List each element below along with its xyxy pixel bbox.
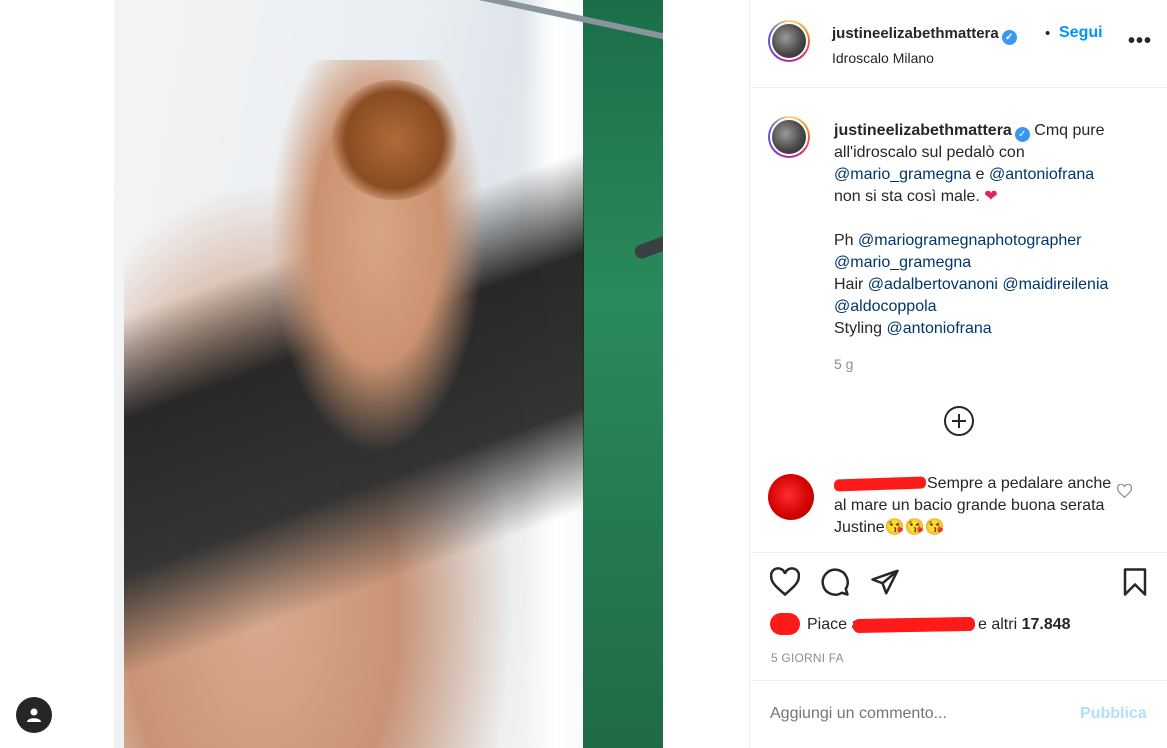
mention-link[interactable]: @antoniofrana xyxy=(886,320,991,337)
user-icon xyxy=(27,708,41,722)
tagged-user-button[interactable] xyxy=(16,697,52,733)
caption-section: justineelizabethmattera ✓ Cmq pure all'id… xyxy=(750,88,1167,553)
mention-link[interactable]: @antoniofrana xyxy=(989,166,1094,183)
verified-badge-icon: ✓ xyxy=(1001,30,1017,45)
bookmark-icon xyxy=(1123,568,1147,596)
avatar[interactable] xyxy=(770,613,800,635)
comment-input[interactable] xyxy=(770,705,1070,723)
comment-text: Sempre a pedalare anche al mare un bacio… xyxy=(834,475,1112,536)
add-comment-bar: Pubblica xyxy=(750,680,1167,748)
load-more-comments-button[interactable] xyxy=(944,406,974,436)
heart-outline-icon[interactable] xyxy=(1116,483,1133,501)
like-button[interactable] xyxy=(769,567,802,599)
redacted-username xyxy=(852,616,976,634)
likes-count-link[interactable]: e altri 17.848 xyxy=(978,616,1071,634)
post-actions xyxy=(750,553,1167,613)
caption-timestamp[interactable]: 5 g xyxy=(834,356,853,372)
mention-link[interactable]: @mario_gramegna xyxy=(834,166,971,183)
verified-badge-icon: ✓ xyxy=(1014,127,1030,142)
mention-link[interactable]: @mario_gramegna xyxy=(834,254,971,271)
heart-emoji: ❤ xyxy=(984,188,998,205)
post-side-panel: justineelizabethmattera ✓ • Segui Idrosca… xyxy=(749,0,1167,748)
comment-item: Sempre a pedalare anche al mare un bacio… xyxy=(750,468,1167,548)
comment-icon xyxy=(821,568,849,596)
post-header: justineelizabethmattera ✓ • Segui Idrosca… xyxy=(750,0,1167,88)
avatar[interactable] xyxy=(768,474,814,520)
share-button[interactable] xyxy=(870,567,902,599)
header-username[interactable]: justineelizabethmattera ✓ xyxy=(832,25,1017,45)
more-options-icon[interactable]: ••• xyxy=(1128,30,1152,53)
caption-text: justineelizabethmattera ✓ Cmq pure all'id… xyxy=(834,122,1109,337)
instagram-post-modal: justineelizabethmattera ✓ • Segui Idrosca… xyxy=(0,0,1167,748)
mention-link[interactable]: @maidireilenia xyxy=(1002,276,1108,293)
mention-link[interactable]: @adalbertovanoni xyxy=(868,276,998,293)
post-date[interactable]: 5 GIORNI FA xyxy=(771,651,844,665)
save-button[interactable] xyxy=(1120,567,1152,599)
photo-area xyxy=(0,0,749,748)
avatar[interactable] xyxy=(768,20,810,62)
comment-button[interactable] xyxy=(820,567,852,599)
heart-icon xyxy=(769,567,801,597)
likes-summary: Piace a e altri 17.848 xyxy=(750,610,1167,638)
separator-dot: • xyxy=(1045,25,1051,42)
send-icon xyxy=(871,569,899,595)
mention-link[interactable]: @mariogramegnaphotographer xyxy=(858,232,1081,249)
location-link[interactable]: Idroscalo Milano xyxy=(832,50,934,66)
post-photo[interactable] xyxy=(114,0,663,748)
publish-button[interactable]: Pubblica xyxy=(1080,705,1147,723)
caption-username[interactable]: justineelizabethmattera xyxy=(834,122,1012,139)
avatar[interactable] xyxy=(768,116,810,158)
mention-link[interactable]: @aldocoppola xyxy=(834,298,937,315)
follow-button[interactable]: Segui xyxy=(1059,24,1103,42)
plus-circle-icon xyxy=(952,414,966,428)
